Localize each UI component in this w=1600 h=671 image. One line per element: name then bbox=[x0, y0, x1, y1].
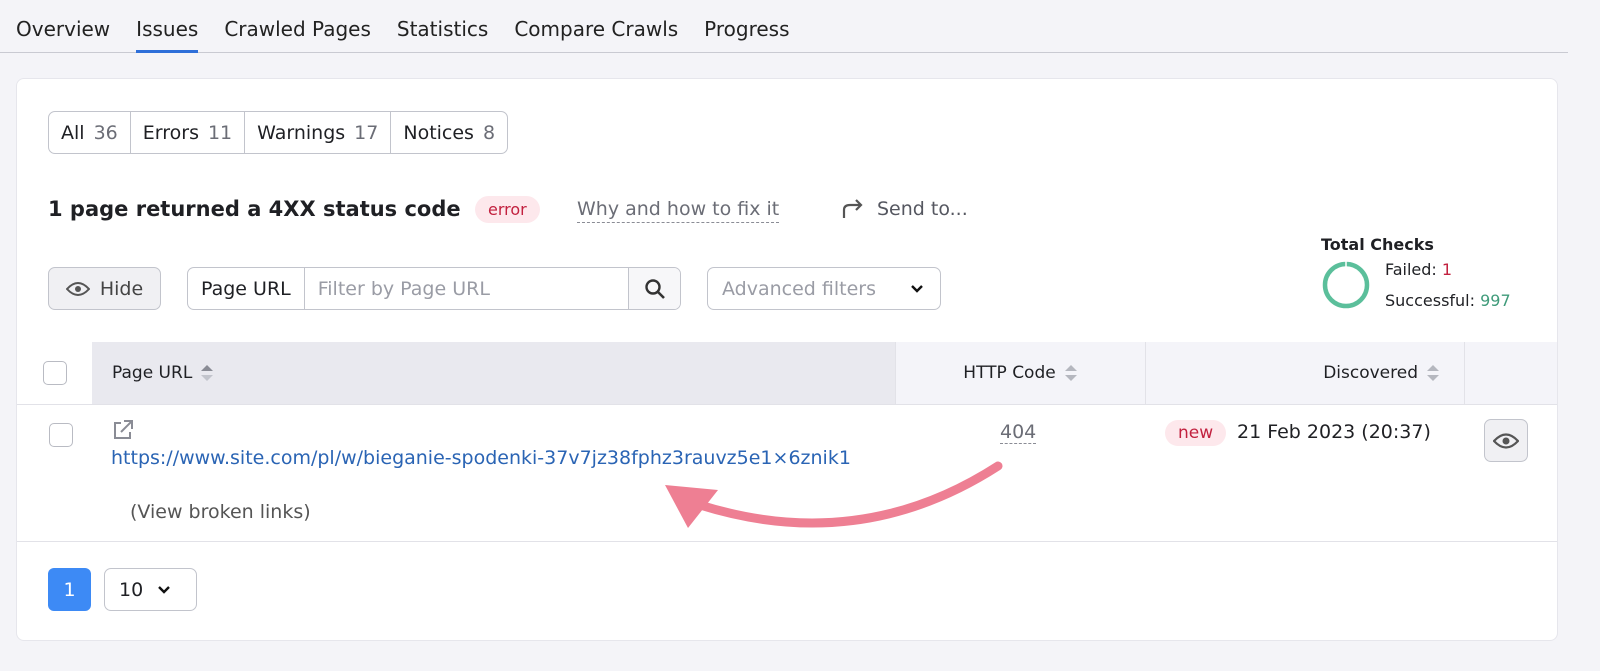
column-http-code[interactable]: HTTP Code bbox=[896, 342, 1146, 404]
successful-count: Successful: 997 bbox=[1385, 285, 1511, 316]
segment-count: 36 bbox=[93, 121, 118, 144]
error-badge: error bbox=[475, 196, 540, 223]
segment-label: All bbox=[61, 121, 85, 144]
select-all-cell bbox=[17, 342, 92, 404]
segment-notices[interactable]: Notices 8 bbox=[391, 112, 507, 153]
column-label: Discovered bbox=[1323, 363, 1418, 383]
advanced-filters-dropdown[interactable]: Advanced filters bbox=[707, 267, 941, 310]
successful-label: Successful: bbox=[1385, 291, 1476, 310]
actions-column bbox=[1465, 342, 1557, 404]
page-url-filter-input[interactable] bbox=[304, 268, 628, 309]
http-code[interactable]: 404 bbox=[1000, 421, 1037, 444]
page-url-filter: Page URL bbox=[187, 267, 681, 310]
share-arrow-icon bbox=[842, 199, 863, 218]
segment-label: Notices bbox=[403, 121, 474, 144]
failed-value: 1 bbox=[1441, 260, 1453, 279]
search-button[interactable] bbox=[628, 268, 680, 309]
why-fix-link[interactable]: Why and how to fix it bbox=[577, 198, 780, 223]
issue-type-filter: All 36 Errors 11 Warnings 17 Notices 8 bbox=[48, 111, 509, 154]
advanced-filters-label: Advanced filters bbox=[722, 277, 876, 300]
segment-count: 8 bbox=[482, 121, 496, 144]
segment-all[interactable]: All 36 bbox=[49, 112, 131, 153]
sort-icon bbox=[1064, 365, 1077, 381]
send-to-button[interactable]: Send to... bbox=[841, 198, 968, 220]
eye-icon bbox=[65, 281, 90, 296]
segment-errors[interactable]: Errors 11 bbox=[131, 112, 246, 153]
page-1-button[interactable]: 1 bbox=[48, 568, 91, 611]
column-label: Page URL bbox=[112, 363, 193, 383]
column-page-url[interactable]: Page URL bbox=[92, 342, 896, 404]
column-discovered[interactable]: Discovered bbox=[1146, 342, 1465, 404]
tab-statistics[interactable]: Statistics bbox=[397, 0, 488, 53]
column-label: HTTP Code bbox=[963, 363, 1056, 383]
issue-card: All 36 Errors 11 Warnings 17 Notices 8 1 pag… bbox=[16, 78, 1558, 641]
segment-count: 11 bbox=[207, 121, 233, 144]
view-broken-links-link[interactable]: (View broken links) bbox=[130, 501, 311, 523]
filter-field-label[interactable]: Page URL bbox=[188, 268, 305, 309]
sort-icon bbox=[201, 365, 214, 381]
hide-button[interactable]: Hide bbox=[48, 267, 161, 310]
page-url-link[interactable]: https://www.site.com/pl/w/bieganie-spode… bbox=[111, 445, 891, 471]
successful-value: 997 bbox=[1480, 291, 1511, 310]
new-badge: new bbox=[1165, 420, 1227, 446]
tab-bar: Overview Issues Crawled Pages Statistics… bbox=[0, 0, 1568, 53]
external-link-icon[interactable] bbox=[112, 419, 134, 441]
chevron-down-icon bbox=[911, 284, 923, 293]
view-details-button[interactable] bbox=[1484, 419, 1528, 462]
tab-progress[interactable]: Progress bbox=[704, 0, 789, 53]
search-icon bbox=[644, 278, 665, 299]
per-page-value: 10 bbox=[119, 578, 144, 601]
failed-count: Failed: 1 bbox=[1385, 254, 1511, 285]
segment-warnings[interactable]: Warnings 17 bbox=[245, 112, 392, 153]
table-header: Page URL HTTP Code Discovered bbox=[17, 342, 1557, 405]
send-to-label: Send to... bbox=[877, 198, 968, 220]
discovered-date: 21 Feb 2023 (20:37) bbox=[1237, 421, 1431, 443]
failed-label: Failed: bbox=[1385, 260, 1437, 279]
tab-issues[interactable]: Issues bbox=[136, 0, 199, 53]
sort-icon bbox=[1427, 365, 1439, 381]
total-checks: Total Checks Failed: 1 Successful: 997 bbox=[1321, 235, 1511, 316]
hide-label: Hide bbox=[99, 277, 144, 300]
tab-overview[interactable]: Overview bbox=[16, 0, 110, 53]
select-all-checkbox[interactable] bbox=[42, 361, 67, 385]
segment-label: Errors bbox=[142, 121, 199, 144]
tab-compare-crawls[interactable]: Compare Crawls bbox=[514, 0, 678, 53]
issue-title: 1 page returned a 4XX status code bbox=[48, 197, 461, 221]
chevron-down-icon bbox=[158, 585, 171, 594]
segment-label: Warnings bbox=[257, 121, 346, 144]
segment-count: 17 bbox=[354, 121, 379, 144]
eye-icon bbox=[1493, 432, 1519, 449]
per-page-select[interactable]: 10 bbox=[104, 568, 197, 611]
checks-donut bbox=[1322, 261, 1370, 309]
total-checks-title: Total Checks bbox=[1321, 235, 1434, 254]
tab-crawled-pages[interactable]: Crawled Pages bbox=[224, 0, 371, 53]
row-checkbox[interactable] bbox=[49, 423, 73, 447]
table-row: https://www.site.com/pl/w/bieganie-spode… bbox=[17, 405, 1557, 542]
